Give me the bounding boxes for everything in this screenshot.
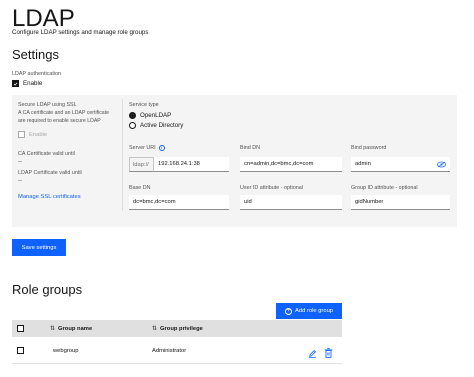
panel-divider bbox=[122, 99, 123, 211]
ca-cert-label: CA Certificate valid until bbox=[18, 151, 75, 157]
server-uri-label: Server URI bbox=[129, 145, 156, 151]
user-id-attr-label: User ID attribute - optional bbox=[240, 185, 303, 191]
bind-password-label: Bind password bbox=[351, 145, 387, 151]
radio-openldap-label: OpenLDAP bbox=[140, 112, 172, 119]
base-dn-input[interactable]: dc=bmc,dc=com bbox=[129, 195, 229, 210]
ssl-enable-label: Enable bbox=[29, 131, 48, 138]
radio-selected-icon[interactable] bbox=[129, 112, 136, 119]
ca-cert-value: -- bbox=[18, 159, 22, 165]
select-all-checkbox[interactable] bbox=[17, 325, 24, 332]
col-group-privilege-label: Group privilege bbox=[160, 325, 203, 332]
ssl-helper-text: A CA certificate and an LDAP certificate… bbox=[18, 110, 110, 124]
ssl-enable-checkbox[interactable]: Enable bbox=[18, 131, 47, 138]
info-icon[interactable]: i bbox=[158, 145, 165, 151]
service-type-label: Service type bbox=[129, 102, 159, 108]
row-group-name: webgroup bbox=[53, 348, 79, 354]
server-uri-input[interactable]: 192.168.24.1:38 bbox=[154, 157, 229, 172]
radio-active-directory-label: Active Directory bbox=[140, 122, 184, 129]
role-groups-heading: Role groups bbox=[12, 282, 83, 297]
ldap-cert-value: -- bbox=[18, 178, 22, 184]
bind-dn-label: Bind DN bbox=[240, 145, 261, 151]
row-checkbox[interactable] bbox=[17, 347, 24, 354]
group-id-attr-input[interactable]: gidNumber bbox=[351, 195, 450, 210]
manage-ssl-link[interactable]: Manage SSL certificates bbox=[18, 194, 81, 200]
bind-dn-input[interactable]: cn=admin,dc=bmc,dc=com bbox=[240, 157, 342, 172]
sort-icon: ⇅ bbox=[152, 326, 158, 332]
sort-icon: ⇅ bbox=[50, 326, 56, 332]
checkbox-checked-icon[interactable] bbox=[12, 80, 19, 87]
save-settings-button[interactable]: Save settings bbox=[12, 239, 66, 256]
col-group-name-label: Group name bbox=[58, 325, 93, 332]
settings-heading: Settings bbox=[12, 47, 59, 62]
base-dn-label: Base DN bbox=[129, 185, 151, 191]
bind-password-input[interactable]: admin bbox=[355, 161, 371, 167]
server-uri-prefix: ldap:// bbox=[129, 157, 154, 172]
server-uri-label-row: Server URI i bbox=[129, 145, 165, 151]
bind-password-field[interactable]: admin bbox=[351, 157, 450, 172]
ldap-auth-label: LDAP authentication bbox=[12, 71, 62, 77]
radio-unselected-icon[interactable] bbox=[129, 122, 136, 129]
eye-hidden-icon[interactable] bbox=[437, 161, 446, 168]
edit-icon[interactable] bbox=[308, 345, 317, 358]
ldap-cert-label: LDAP Certificate valid until bbox=[18, 170, 82, 176]
enable-ldap-label: Enable bbox=[23, 80, 43, 87]
delete-icon[interactable] bbox=[324, 345, 333, 358]
enable-ldap-checkbox[interactable]: Enable bbox=[12, 80, 42, 87]
col-group-privilege[interactable]: ⇅ Group privilege bbox=[152, 325, 203, 333]
checkbox-unchecked-icon[interactable] bbox=[18, 131, 25, 138]
radio-openldap[interactable]: OpenLDAP bbox=[129, 112, 171, 119]
add-circle-icon: + bbox=[284, 307, 292, 315]
server-uri-field[interactable]: ldap:// 192.168.24.1:38 bbox=[129, 157, 229, 172]
add-role-group-label: Add role group bbox=[294, 308, 334, 314]
ssl-label: Secure LDAP using SSL bbox=[18, 102, 77, 108]
user-id-attr-input[interactable]: uid bbox=[240, 195, 342, 210]
group-id-attr-label: Group ID attribute - optional bbox=[351, 185, 418, 191]
page-subtitle: Configure LDAP settings and manage role … bbox=[12, 29, 149, 36]
add-role-group-button[interactable]: + Add role group bbox=[276, 303, 342, 319]
row-group-privilege: Administrator bbox=[152, 348, 187, 354]
col-group-name[interactable]: ⇅ Group name bbox=[50, 325, 93, 333]
radio-active-directory[interactable]: Active Directory bbox=[129, 122, 183, 129]
